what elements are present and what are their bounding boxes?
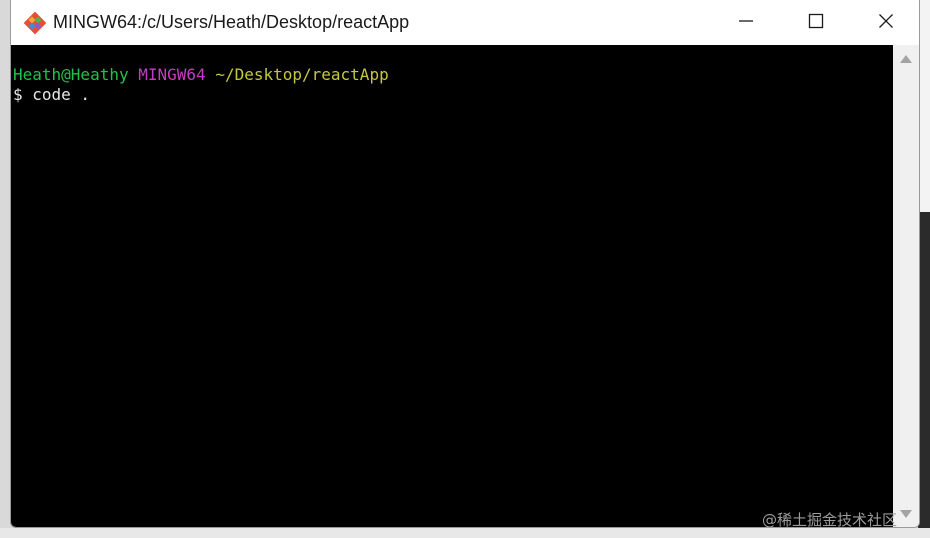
minimize-button[interactable] (711, 0, 781, 45)
prompt-line: Heath@Heathy MINGW64 ~/Desktop/reactApp (13, 65, 389, 85)
prompt-path: ~/Desktop/reactApp (215, 65, 389, 84)
maximize-button[interactable] (781, 0, 851, 45)
vertical-scrollbar[interactable] (893, 45, 919, 527)
terminal-output[interactable]: Heath@Heathy MINGW64 ~/Desktop/reactApp … (11, 45, 893, 527)
minimize-icon (738, 13, 754, 33)
command-line: $ code . (13, 85, 91, 104)
prompt-system: MINGW64 (138, 65, 206, 84)
close-button[interactable] (851, 0, 919, 45)
git-diamond-icon[interactable] (23, 11, 47, 35)
watermark-text: @稀土掘金技术社区 (762, 511, 898, 529)
scroll-up-arrow-icon[interactable] (900, 55, 912, 63)
maximize-icon (808, 13, 824, 33)
prompt-user-host: Heath@Heathy (13, 65, 129, 84)
title-bar[interactable]: MINGW64:/c/Users/Heath/Desktop/reactApp (11, 0, 919, 45)
close-icon (878, 13, 894, 33)
scroll-down-arrow-icon[interactable] (900, 510, 912, 518)
window-title: MINGW64:/c/Users/Heath/Desktop/reactApp (53, 12, 410, 32)
terminal-window: MINGW64:/c/Users/Heath/Desktop/reactApp (10, 0, 920, 528)
